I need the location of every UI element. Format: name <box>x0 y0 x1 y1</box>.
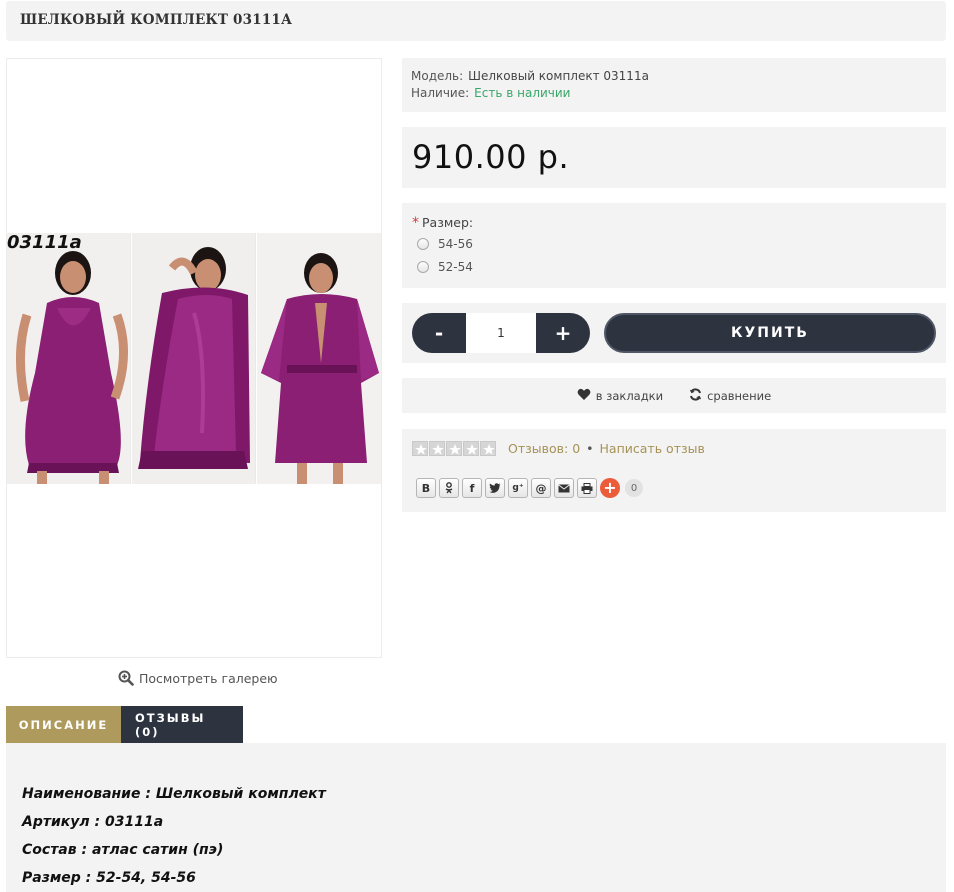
star-icon <box>446 441 462 456</box>
availability-value: Есть в наличии <box>474 86 571 100</box>
price-box: 910.00 р. <box>402 127 946 188</box>
product-title: ШЕЛКОВЫЙ КОМПЛЕКТ 03111А <box>20 12 293 28</box>
size-option-54-56[interactable]: 54-56 <box>417 237 473 251</box>
photo-panel-1: 03111a <box>7 233 130 484</box>
refresh-icon <box>689 387 702 404</box>
quantity-decrease-button[interactable]: - <box>412 313 466 353</box>
review-links: Отзывов: 0 • Написать отзыв <box>508 441 705 456</box>
size-option-title: * Размер: <box>412 215 473 231</box>
description-line-sku: Артикул : 03111а <box>22 814 164 830</box>
quantity-increase-button[interactable]: + <box>536 313 590 353</box>
size-radio-54-56[interactable] <box>417 238 429 250</box>
product-title-bar: ШЕЛКОВЫЙ КОМПЛЕКТ 03111А <box>6 1 946 41</box>
email-share-icon[interactable] <box>554 478 574 498</box>
reviews-count-link[interactable]: Отзывов: 0 <box>508 441 580 456</box>
wishlist-compare-bar: в закладки сравнение <box>402 378 946 413</box>
vk-share-icon[interactable]: B <box>416 478 436 498</box>
photo-panel-3 <box>256 233 381 484</box>
product-photo[interactable]: 03111a <box>7 233 381 484</box>
review-separator: • <box>586 441 594 456</box>
size-radio-52-54[interactable] <box>417 261 429 273</box>
more-share-plus-icon[interactable]: + <box>600 478 620 498</box>
description-line-composition: Состав : атлас сатин (пэ) <box>22 842 224 858</box>
tab-description[interactable]: ОПИСАНИЕ <box>6 706 121 743</box>
zoom-in-icon <box>118 670 134 686</box>
required-mark: * <box>412 215 419 231</box>
write-review-link[interactable]: Написать отзыв <box>600 441 705 456</box>
heart-icon <box>577 388 591 404</box>
sku-watermark: 03111a <box>7 233 82 253</box>
description-panel: Наименование : Шелковый комплект Артикул… <box>6 743 946 892</box>
mailru-share-icon[interactable]: @ <box>531 478 551 498</box>
model-value: Шелковый комплект 03111а <box>468 69 649 83</box>
product-info-box: Модель: Шелковый комплект 03111а Наличие… <box>402 58 946 112</box>
description-line-size: Размер : 52-54, 54-56 <box>22 870 196 886</box>
quantity-stepper: - + <box>412 313 590 353</box>
facebook-share-icon[interactable]: f <box>462 478 482 498</box>
product-price: 910.00 р. <box>412 138 570 176</box>
size-label: Размер: <box>422 215 474 230</box>
print-share-icon[interactable] <box>577 478 597 498</box>
add-to-wishlist-link[interactable]: в закладки <box>577 388 663 404</box>
star-icon <box>480 441 496 456</box>
quantity-input[interactable] <box>466 313 536 353</box>
product-image-box[interactable]: 03111a <box>6 58 382 658</box>
size-options-box: * Размер: 54-56 52-54 <box>402 203 946 288</box>
share-buttons: B f g⁺ @ + 0 <box>416 478 643 498</box>
google-plus-share-icon[interactable]: g⁺ <box>508 478 528 498</box>
size-option-52-54[interactable]: 52-54 <box>417 260 473 274</box>
buy-button[interactable]: КУПИТЬ <box>604 313 936 353</box>
product-tabs: ОПИСАНИЕ ОТЗЫВЫ (0) <box>6 706 243 743</box>
odnoklassniki-share-icon[interactable] <box>439 478 459 498</box>
description-line-name: Наименование : Шелковый комплект <box>22 786 326 802</box>
photo-panel-2 <box>131 233 255 484</box>
rating-stars <box>412 441 496 456</box>
reviews-share-box: Отзывов: 0 • Написать отзыв B f g⁺ @ + 0 <box>402 429 946 512</box>
view-gallery-label: Посмотреть галерею <box>139 670 278 686</box>
twitter-share-icon[interactable] <box>485 478 505 498</box>
model-label: Модель: <box>411 69 464 83</box>
buy-box: - + КУПИТЬ <box>402 303 946 363</box>
share-counter: 0 <box>625 479 643 497</box>
view-gallery-link[interactable]: Посмотреть галерею <box>118 670 278 686</box>
tab-reviews[interactable]: ОТЗЫВЫ (0) <box>121 706 243 743</box>
size-option-label: 54-56 <box>438 237 473 251</box>
add-to-compare-link[interactable]: сравнение <box>689 387 772 404</box>
availability-label: Наличие: <box>411 86 470 100</box>
size-option-label: 52-54 <box>438 260 473 274</box>
star-icon <box>429 441 445 456</box>
star-icon <box>412 441 428 456</box>
wishlist-label: в закладки <box>595 388 664 403</box>
compare-label: сравнение <box>707 388 772 403</box>
star-icon <box>463 441 479 456</box>
